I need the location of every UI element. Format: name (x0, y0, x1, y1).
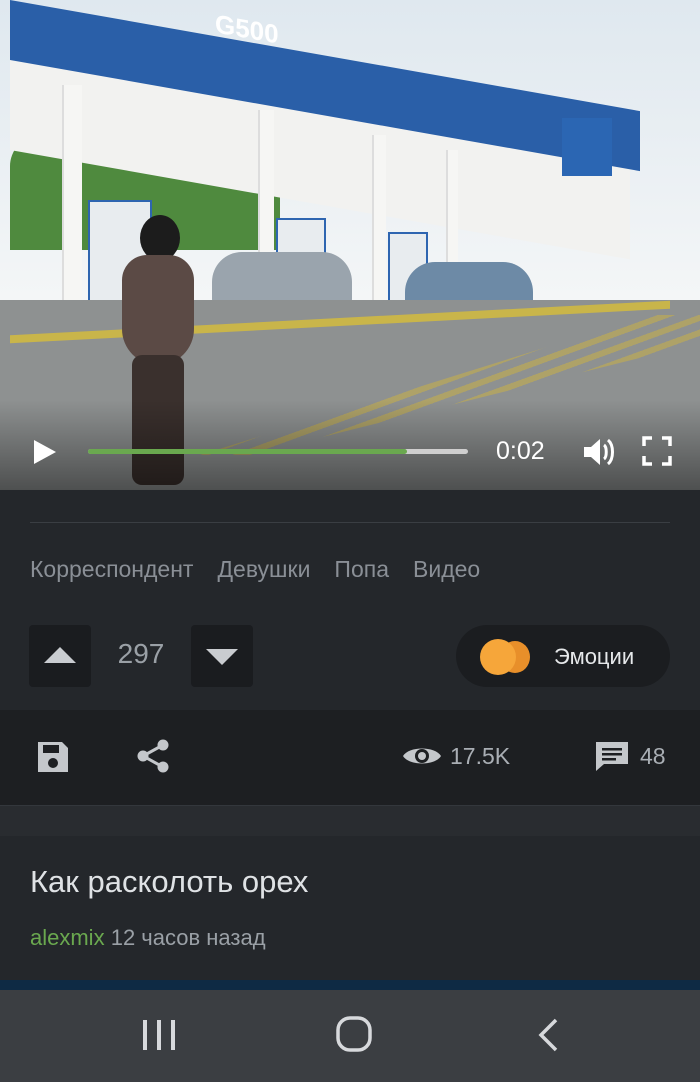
station-sign (562, 118, 612, 176)
post-separator (0, 805, 700, 836)
post-time: 12 часов назад (110, 925, 266, 950)
comments-count: 48 (640, 742, 666, 769)
canopy-pillar (372, 135, 386, 315)
canopy-pillar (62, 85, 82, 325)
recent-apps-icon[interactable] (141, 1020, 177, 1050)
tag-correspondent[interactable]: Корреспондент (30, 556, 193, 583)
upvote-button[interactable] (29, 625, 91, 687)
views-count: 17.5K (450, 742, 511, 769)
downvote-button[interactable] (191, 625, 253, 687)
emotions-label: Эмоции (554, 644, 635, 669)
video-progress-bar[interactable] (88, 449, 468, 454)
post-action-bar: 17.5K 48 (0, 710, 700, 805)
author-link[interactable]: alexmix (30, 925, 105, 950)
video-progress-fill (88, 449, 408, 454)
fullscreen-icon[interactable] (642, 436, 672, 466)
divider (30, 522, 670, 523)
video-player[interactable]: G500 0:02 (0, 0, 700, 490)
emotions-button[interactable]: Эмоции (456, 625, 670, 687)
arrow-up-icon (44, 647, 76, 663)
rating-score: 297 (117, 638, 165, 669)
volume-icon[interactable] (582, 436, 616, 468)
views-counter: 17.5K (402, 738, 510, 774)
parked-car (212, 252, 352, 307)
emoji-icon (480, 639, 516, 675)
back-icon[interactable] (536, 1018, 562, 1052)
post-title[interactable]: Как расколоть орех (30, 864, 308, 900)
share-icon[interactable] (136, 738, 170, 774)
post-meta: alexmix 12 часов назад (30, 925, 266, 951)
tag-butt[interactable]: Попа (334, 556, 389, 583)
save-icon[interactable] (35, 739, 71, 775)
play-icon[interactable] (34, 440, 56, 464)
home-icon[interactable] (336, 1016, 372, 1052)
eye-icon (403, 748, 441, 764)
person-body (122, 255, 194, 365)
arrow-down-icon (206, 649, 238, 665)
tag-list: Корреспондент Девушки Попа Видео (30, 556, 480, 583)
next-post-preview (0, 980, 700, 990)
video-time: 0:02 (496, 437, 545, 465)
comments-button[interactable]: 48 (594, 738, 666, 774)
tag-girls[interactable]: Девушки (217, 556, 310, 583)
tag-video[interactable]: Видео (413, 556, 480, 583)
comment-icon (596, 742, 628, 771)
